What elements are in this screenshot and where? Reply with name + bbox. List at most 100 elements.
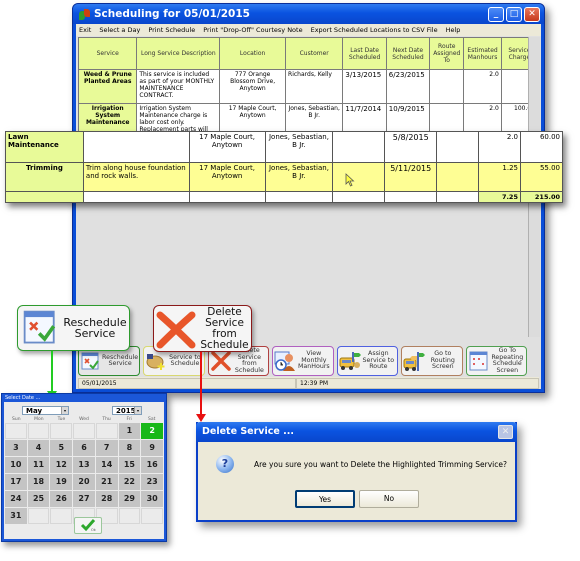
checkmark-icon: Ok (80, 519, 97, 532)
question-icon: ? (216, 455, 234, 473)
year-value: 2015 (116, 407, 136, 415)
assign-service-to-route-button[interactable]: Assign Service to Route (336, 346, 399, 376)
calendar-day[interactable]: 21 (95, 474, 118, 490)
close-button[interactable]: ✕ (524, 6, 540, 22)
calendar-day[interactable]: 19 (50, 474, 73, 490)
cell-empty (5, 191, 84, 203)
column-header[interactable]: Route Assigned To (429, 37, 465, 70)
calendar-day[interactable]: 6 (73, 440, 95, 456)
calendar-day-selected[interactable]: 2 (141, 423, 163, 439)
calendar-day[interactable]: 30 (141, 491, 163, 507)
calendar-day[interactable]: 15 (118, 457, 141, 473)
button-label: View Monthly ManHours (297, 350, 330, 371)
calendar-day[interactable]: 11 (27, 457, 50, 473)
dialog-titlebar[interactable]: Delete Service ... ✕ (196, 422, 517, 442)
calendar-day-empty (118, 508, 141, 524)
delete-callout: Delete Service from Schedule (153, 305, 252, 352)
menu-print-drop-off-note[interactable]: Print "Drop-Off" Courtesy Note (203, 26, 302, 34)
calendar-day[interactable]: 7 (95, 440, 118, 456)
menu-print-schedule[interactable]: Print Schedule (148, 26, 195, 34)
button-label: Reschedule Service (102, 353, 139, 367)
chevron-down-icon: ▾ (61, 407, 68, 414)
ok-button[interactable]: Ok (74, 517, 102, 534)
year-select[interactable]: 2015 ▾ (112, 406, 142, 415)
callout-label: Delete Service from Schedule (200, 305, 249, 351)
weekday-label: Fri (126, 417, 132, 422)
calendar-day-empty (27, 508, 50, 524)
cell-empty (188, 191, 266, 203)
maximize-button[interactable]: □ (506, 6, 522, 22)
cell-last-date (332, 131, 386, 163)
cell-location: 17 Maple Court, Anytown (188, 131, 266, 163)
calendar-day[interactable]: 29 (118, 491, 141, 507)
button-label: Assign Service to Route (362, 350, 395, 371)
calendar-day[interactable]: 16 (141, 457, 163, 473)
view-monthly-manhours-button[interactable]: View Monthly ManHours (272, 346, 334, 376)
table-row-highlighted[interactable]: Trimming Trim along house foundation and… (5, 162, 564, 192)
table-row[interactable]: Weed & Prune Planted Areas This service … (77, 69, 539, 104)
column-header[interactable]: Service (77, 37, 138, 70)
calendar-day[interactable]: 14 (95, 457, 118, 473)
month-select[interactable]: May ▾ (22, 406, 69, 415)
mouse-cursor-icon (346, 173, 355, 187)
calendar-day[interactable]: 28 (95, 491, 118, 507)
no-button[interactable]: No (359, 490, 419, 508)
menu-help[interactable]: Help (446, 26, 461, 34)
app-icon (79, 8, 90, 20)
month-value: May (26, 407, 43, 415)
calendar-day[interactable]: 17 (5, 474, 27, 490)
menu-exit[interactable]: Exit (79, 26, 91, 34)
cell-location: 777 Orange Blossom Drive, Anytown (219, 69, 287, 104)
menu-export-csv[interactable]: Export Scheduled Locations to CSV File (311, 26, 438, 34)
dialog-title: Delete Service ... (202, 426, 294, 437)
window-titlebar[interactable]: Scheduling for 05/01/2015 _ □ ✕ (73, 4, 544, 24)
calendar-day[interactable]: 18 (27, 474, 50, 490)
calendar-day[interactable]: 26 (50, 491, 73, 507)
calendar-reschedule-icon (21, 308, 61, 348)
dialog-close-button[interactable]: ✕ (498, 425, 513, 439)
column-header[interactable]: Estimated Manhours (463, 37, 502, 70)
calendar-day[interactable]: 22 (118, 474, 141, 490)
calendar-day[interactable]: 4 (27, 440, 50, 456)
calendar-day[interactable]: 9 (141, 440, 163, 456)
status-bar: 05/01/2015 12:39 PM (78, 377, 539, 389)
column-header[interactable]: Long Service Description (136, 37, 221, 70)
column-header[interactable]: Customer (285, 37, 344, 70)
menu-select-a-day[interactable]: Select a Day (99, 26, 140, 34)
calendar-day[interactable]: 3 (5, 440, 27, 456)
column-header[interactable]: Next Date Scheduled (385, 37, 431, 70)
table-row[interactable]: Lawn Maintenance 17 Maple Court, Anytown… (5, 131, 564, 163)
dialog-title: Select Date ... (5, 395, 41, 401)
cell-charge: 60.00 (519, 131, 564, 163)
calendar-day[interactable]: 27 (73, 491, 95, 507)
calendar-day[interactable]: 24 (5, 491, 27, 507)
calendar-day-empty (141, 508, 163, 524)
column-header[interactable]: Location (219, 37, 287, 70)
yes-button[interactable]: Yes (295, 490, 355, 508)
cell-empty (264, 191, 334, 203)
cell-description: Trim along house foundation and rock wal… (82, 162, 190, 192)
column-header[interactable]: Last Date Scheduled (342, 37, 387, 70)
cell-last-date (332, 162, 386, 192)
calendar-day[interactable]: 25 (27, 491, 50, 507)
calendar-repeat-icon (468, 350, 490, 372)
action-toolbar: Reschedule Service Service to Schedule D… (78, 346, 527, 376)
cell-charge: 55.00 (519, 162, 564, 192)
calendar-day[interactable]: 1 (118, 423, 141, 439)
calendar-day[interactable]: 20 (73, 474, 95, 490)
cell-manhours: 2.0 (463, 69, 502, 104)
chevron-down-icon: ▾ (134, 407, 141, 414)
go-to-repeating-schedule-button[interactable]: Go To Repeating Schedule Screen (465, 346, 527, 376)
calendar-day[interactable]: 31 (5, 508, 27, 524)
weekday-header: Sun Mon Tue Wed Thu Fri Sat (5, 417, 163, 422)
calendar-day[interactable]: 8 (118, 440, 141, 456)
minimize-button[interactable]: _ (488, 6, 504, 22)
go-to-routing-screen-button[interactable]: Go to Routing Screen (401, 346, 463, 376)
calendar-day[interactable]: 12 (50, 457, 73, 473)
calendar-day[interactable]: 5 (50, 440, 73, 456)
calendar-day[interactable]: 13 (73, 457, 95, 473)
cell-next-date: 6/23/2015 (385, 69, 431, 104)
totals-row: 7.25 215.00 (5, 191, 564, 203)
calendar-day[interactable]: 23 (141, 474, 163, 490)
calendar-day[interactable]: 10 (5, 457, 27, 473)
